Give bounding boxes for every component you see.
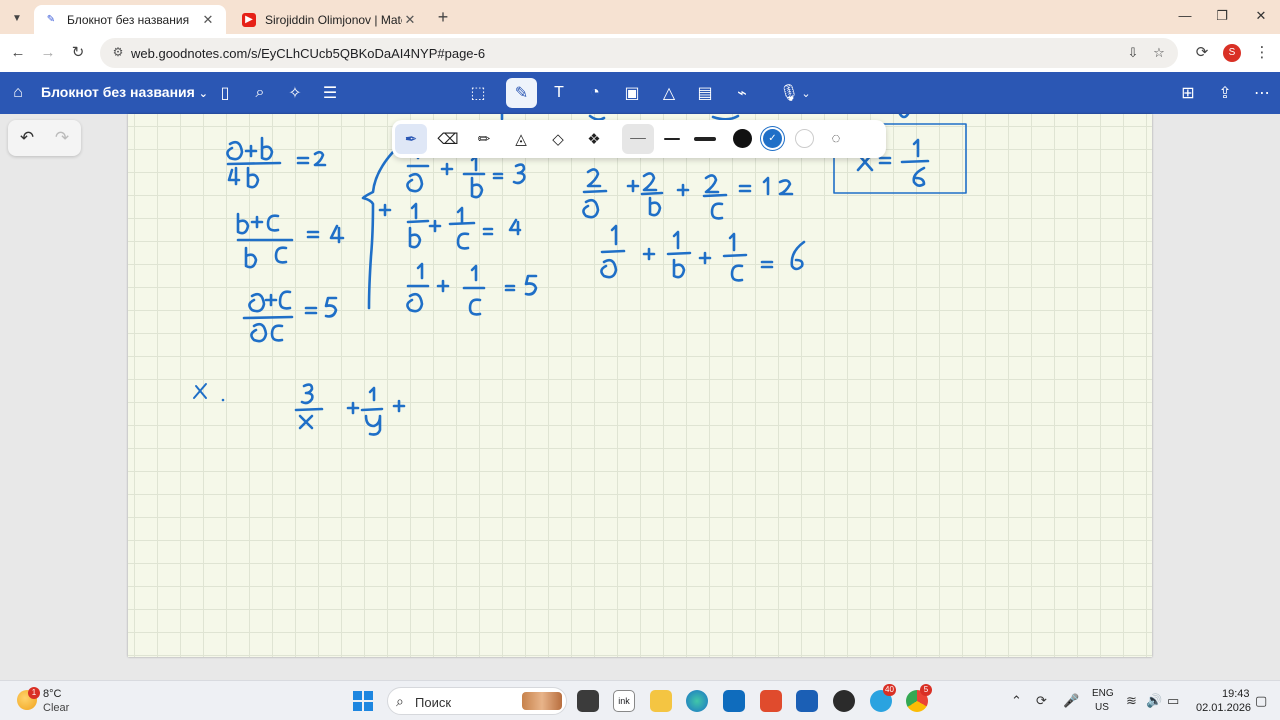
sync-icon[interactable]: ⟳ [1036,693,1047,709]
goodnotes-app-bar: ⌂ Блокнот без названия ⌄ ▯ ⌕ ✧ ☰ ⬚ ✎ T ◔… [0,72,1280,114]
browser-toolbar: ← → ↻ ⚙ web.goodnotes.com/s/EyCLhCUcb5QB… [0,34,1280,72]
tab-close-icon[interactable]: ✕ [200,12,216,28]
highlighter-icon[interactable]: ✏ [472,128,496,150]
reload-button[interactable]: ↻ [68,43,88,63]
back-button[interactable]: ← [8,43,28,63]
tab-title: Sirojiddin Olimjonov | Matemat [265,12,402,27]
browser-tab-strip: ▼ ✎ Блокнот без названия ✕ ▶ Sirojiddin … [0,0,1280,34]
stroke-thick-button[interactable] [692,124,718,154]
lasso-select-icon[interactable]: ⬚ [467,82,489,104]
youtube-favicon-icon: ▶ [242,12,256,27]
mic-chevron-down-icon[interactable]: ⌄ [800,82,812,104]
color-swatch-blue-selected[interactable]: ✓ [763,129,782,148]
color-picker-icon[interactable]: ◌ [824,127,848,149]
wifi-icon[interactable]: ≋ [1126,693,1137,709]
inkscape-icon[interactable]: ink [613,690,635,712]
window-close-button[interactable]: ✕ [1250,8,1272,26]
notebook-title[interactable]: Блокнот без названия ⌄ [41,84,208,100]
address-bar[interactable]: ⚙ web.goodnotes.com/s/EyCLhCUcb5QBKoDaAI… [100,38,1178,68]
text-tool-icon[interactable]: T [548,82,570,104]
pen-tool-button[interactable]: ✎ [506,78,537,108]
eraser-icon[interactable]: ⌫ [436,128,460,150]
elements-icon[interactable]: ❖ [582,128,606,150]
microsoft-store-icon[interactable] [796,690,818,712]
extensions-icon[interactable]: ⟳ [1192,43,1212,63]
forward-button[interactable]: → [38,43,58,63]
tray-overflow-chevron-icon[interactable]: ⌃ [1011,693,1022,709]
microphone-tray-icon[interactable]: 🎤 [1063,693,1079,709]
add-page-icon[interactable]: ⊞ [1177,82,1199,104]
microphone-icon[interactable]: 🎙 [778,82,800,104]
ai-sparkle-icon[interactable]: ✧ [284,82,306,104]
shape-tool-icon[interactable]: ◬ [509,128,533,150]
input-language[interactable]: ENG [1092,688,1114,699]
undo-icon[interactable]: ↶ [16,128,38,148]
profile-avatar[interactable]: S [1223,44,1241,62]
notebook-page[interactable] [128,114,1152,657]
battery-icon[interactable]: ▭ [1167,693,1179,709]
tab-close-icon[interactable]: ✕ [402,12,418,28]
notifications-icon[interactable]: ▢ [1255,693,1267,709]
task-view-icon[interactable] [577,690,599,712]
chrome-badge: 5 [920,684,932,696]
share-icon[interactable]: ⇪ [1214,82,1236,104]
document-outline-icon[interactable]: ☰ [319,82,341,104]
input-region[interactable]: US [1095,702,1109,713]
fountain-pen-icon[interactable]: ✒ [395,124,427,154]
sidebar-toggle-icon[interactable]: ▯ [214,82,236,104]
obs-icon[interactable] [833,690,855,712]
undo-redo-panel: ↶ ↷ [8,120,81,156]
tab-goodnotes[interactable]: ✎ Блокнот без названия ✕ [34,5,226,34]
outlook-icon[interactable] [723,690,745,712]
install-app-icon[interactable]: ⇩ [1124,45,1142,61]
edge-browser-icon[interactable] [686,690,708,712]
home-icon[interactable]: ⌂ [7,82,29,104]
maximize-button[interactable]: ❐ [1211,8,1233,26]
image-icon[interactable]: ▣ [621,82,643,104]
handwriting-ink [193,114,967,436]
search-magnifier-icon: ⌕ [396,693,404,709]
clock-date[interactable]: 02.01.2026 [1196,702,1251,714]
url-text[interactable]: web.goodnotes.com/s/EyCLhCUcb5QBKoDaAI4N… [131,46,485,61]
windows-start-icon[interactable] [353,691,373,711]
redo-icon[interactable]: ↷ [51,128,73,148]
tab-search-chevron-icon[interactable]: ▼ [7,8,27,28]
windows-taskbar: 1 8°C Clear ⌕ Поиск ink 40 5 ⌃ ⟳ 🎤 ENG U… [0,680,1280,720]
weather-temperature[interactable]: 8°C [43,688,61,700]
site-info-icon[interactable]: ⚙ [110,45,126,61]
bookmark-star-icon[interactable]: ☆ [1150,45,1168,61]
color-swatch-white[interactable] [795,129,814,148]
weather-description[interactable]: Clear [43,702,69,714]
telegram-badge: 40 [883,684,896,696]
notebook-title-text: Блокнот без названия [41,84,195,100]
more-options-icon[interactable]: ⋯ [1251,82,1273,104]
laser-pointer-icon[interactable]: ⌁ [731,82,753,104]
search-icon[interactable]: ⌕ [249,82,271,104]
clock-time[interactable]: 19:43 [1222,688,1250,700]
new-tab-button[interactable]: + [434,7,452,27]
browser-menu-icon[interactable]: ⋮ [1252,43,1272,63]
minimize-button[interactable]: — [1174,8,1196,26]
color-swatch-black[interactable] [733,129,752,148]
weather-badge: 1 [28,687,40,699]
goodnotes-favicon-icon: ✎ [46,14,56,25]
wps-office-icon[interactable] [760,690,782,712]
tab-youtube[interactable]: ▶ Sirojiddin Olimjonov | Matemat ✕ [232,5,428,34]
title-chevron-down-icon: ⌄ [198,88,208,100]
thin-stroke-icon [630,138,646,139]
search-placeholder: Поиск [415,695,452,710]
tab-title: Блокнот без названия [67,12,190,27]
file-explorer-icon[interactable] [650,690,672,712]
medium-stroke-icon [664,138,680,140]
volume-icon[interactable]: 🔊 [1146,693,1162,709]
thick-stroke-icon [694,137,716,141]
sticker-icon[interactable]: ◔ [584,82,606,104]
stroke-medium-button[interactable] [660,124,684,154]
stroke-thin-button[interactable] [622,124,654,154]
shapes-icon[interactable]: △ [658,82,680,104]
taskbar-search[interactable]: ⌕ Поиск [387,687,567,715]
sticky-note-icon[interactable]: ▤ [694,82,716,104]
lasso-tool-icon[interactable]: ◇ [546,128,570,150]
search-highlight-image [522,692,562,710]
